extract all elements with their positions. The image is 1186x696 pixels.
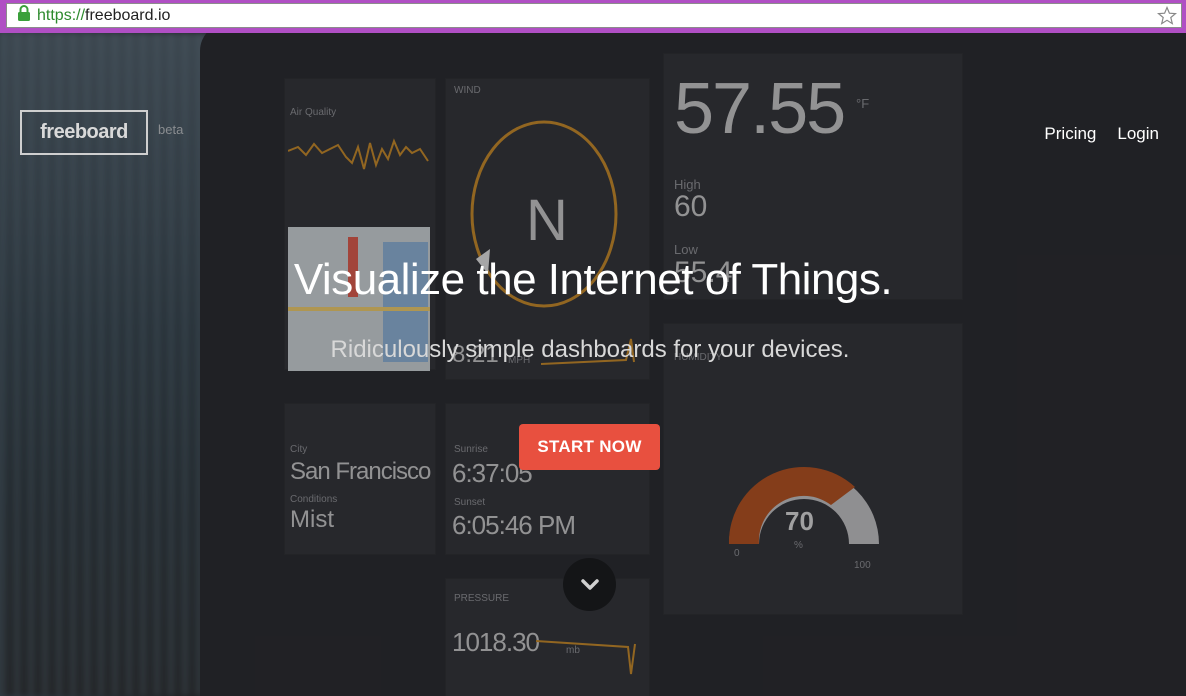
- hero-subtitle: Ridiculously simple dashboards for your …: [330, 336, 850, 363]
- url-text[interactable]: https://freeboard.io: [37, 7, 170, 25]
- lock-icon: [7, 3, 35, 28]
- top-nav: Pricing Login: [1044, 124, 1159, 144]
- beta-badge: beta: [158, 122, 184, 137]
- chevron-down-icon: [580, 578, 599, 590]
- hero-title: Visualize the Internet of Things.: [293, 255, 893, 304]
- scroll-down-button[interactable]: [563, 558, 616, 611]
- freeboard-logo[interactable]: freeboard: [20, 110, 148, 155]
- url-scheme: https://: [37, 6, 86, 24]
- nav-pricing[interactable]: Pricing: [1044, 124, 1096, 144]
- star-icon[interactable]: [1156, 5, 1178, 26]
- url-host: freeboard.io: [85, 6, 171, 24]
- address-bar[interactable]: https://freeboard.io: [6, 3, 1182, 28]
- landing-page: Air Quality City San Francisco Condition…: [0, 33, 1186, 696]
- start-now-button[interactable]: START NOW: [519, 424, 660, 470]
- nav-login[interactable]: Login: [1117, 124, 1159, 144]
- browser-chrome: https://freeboard.io: [0, 0, 1186, 33]
